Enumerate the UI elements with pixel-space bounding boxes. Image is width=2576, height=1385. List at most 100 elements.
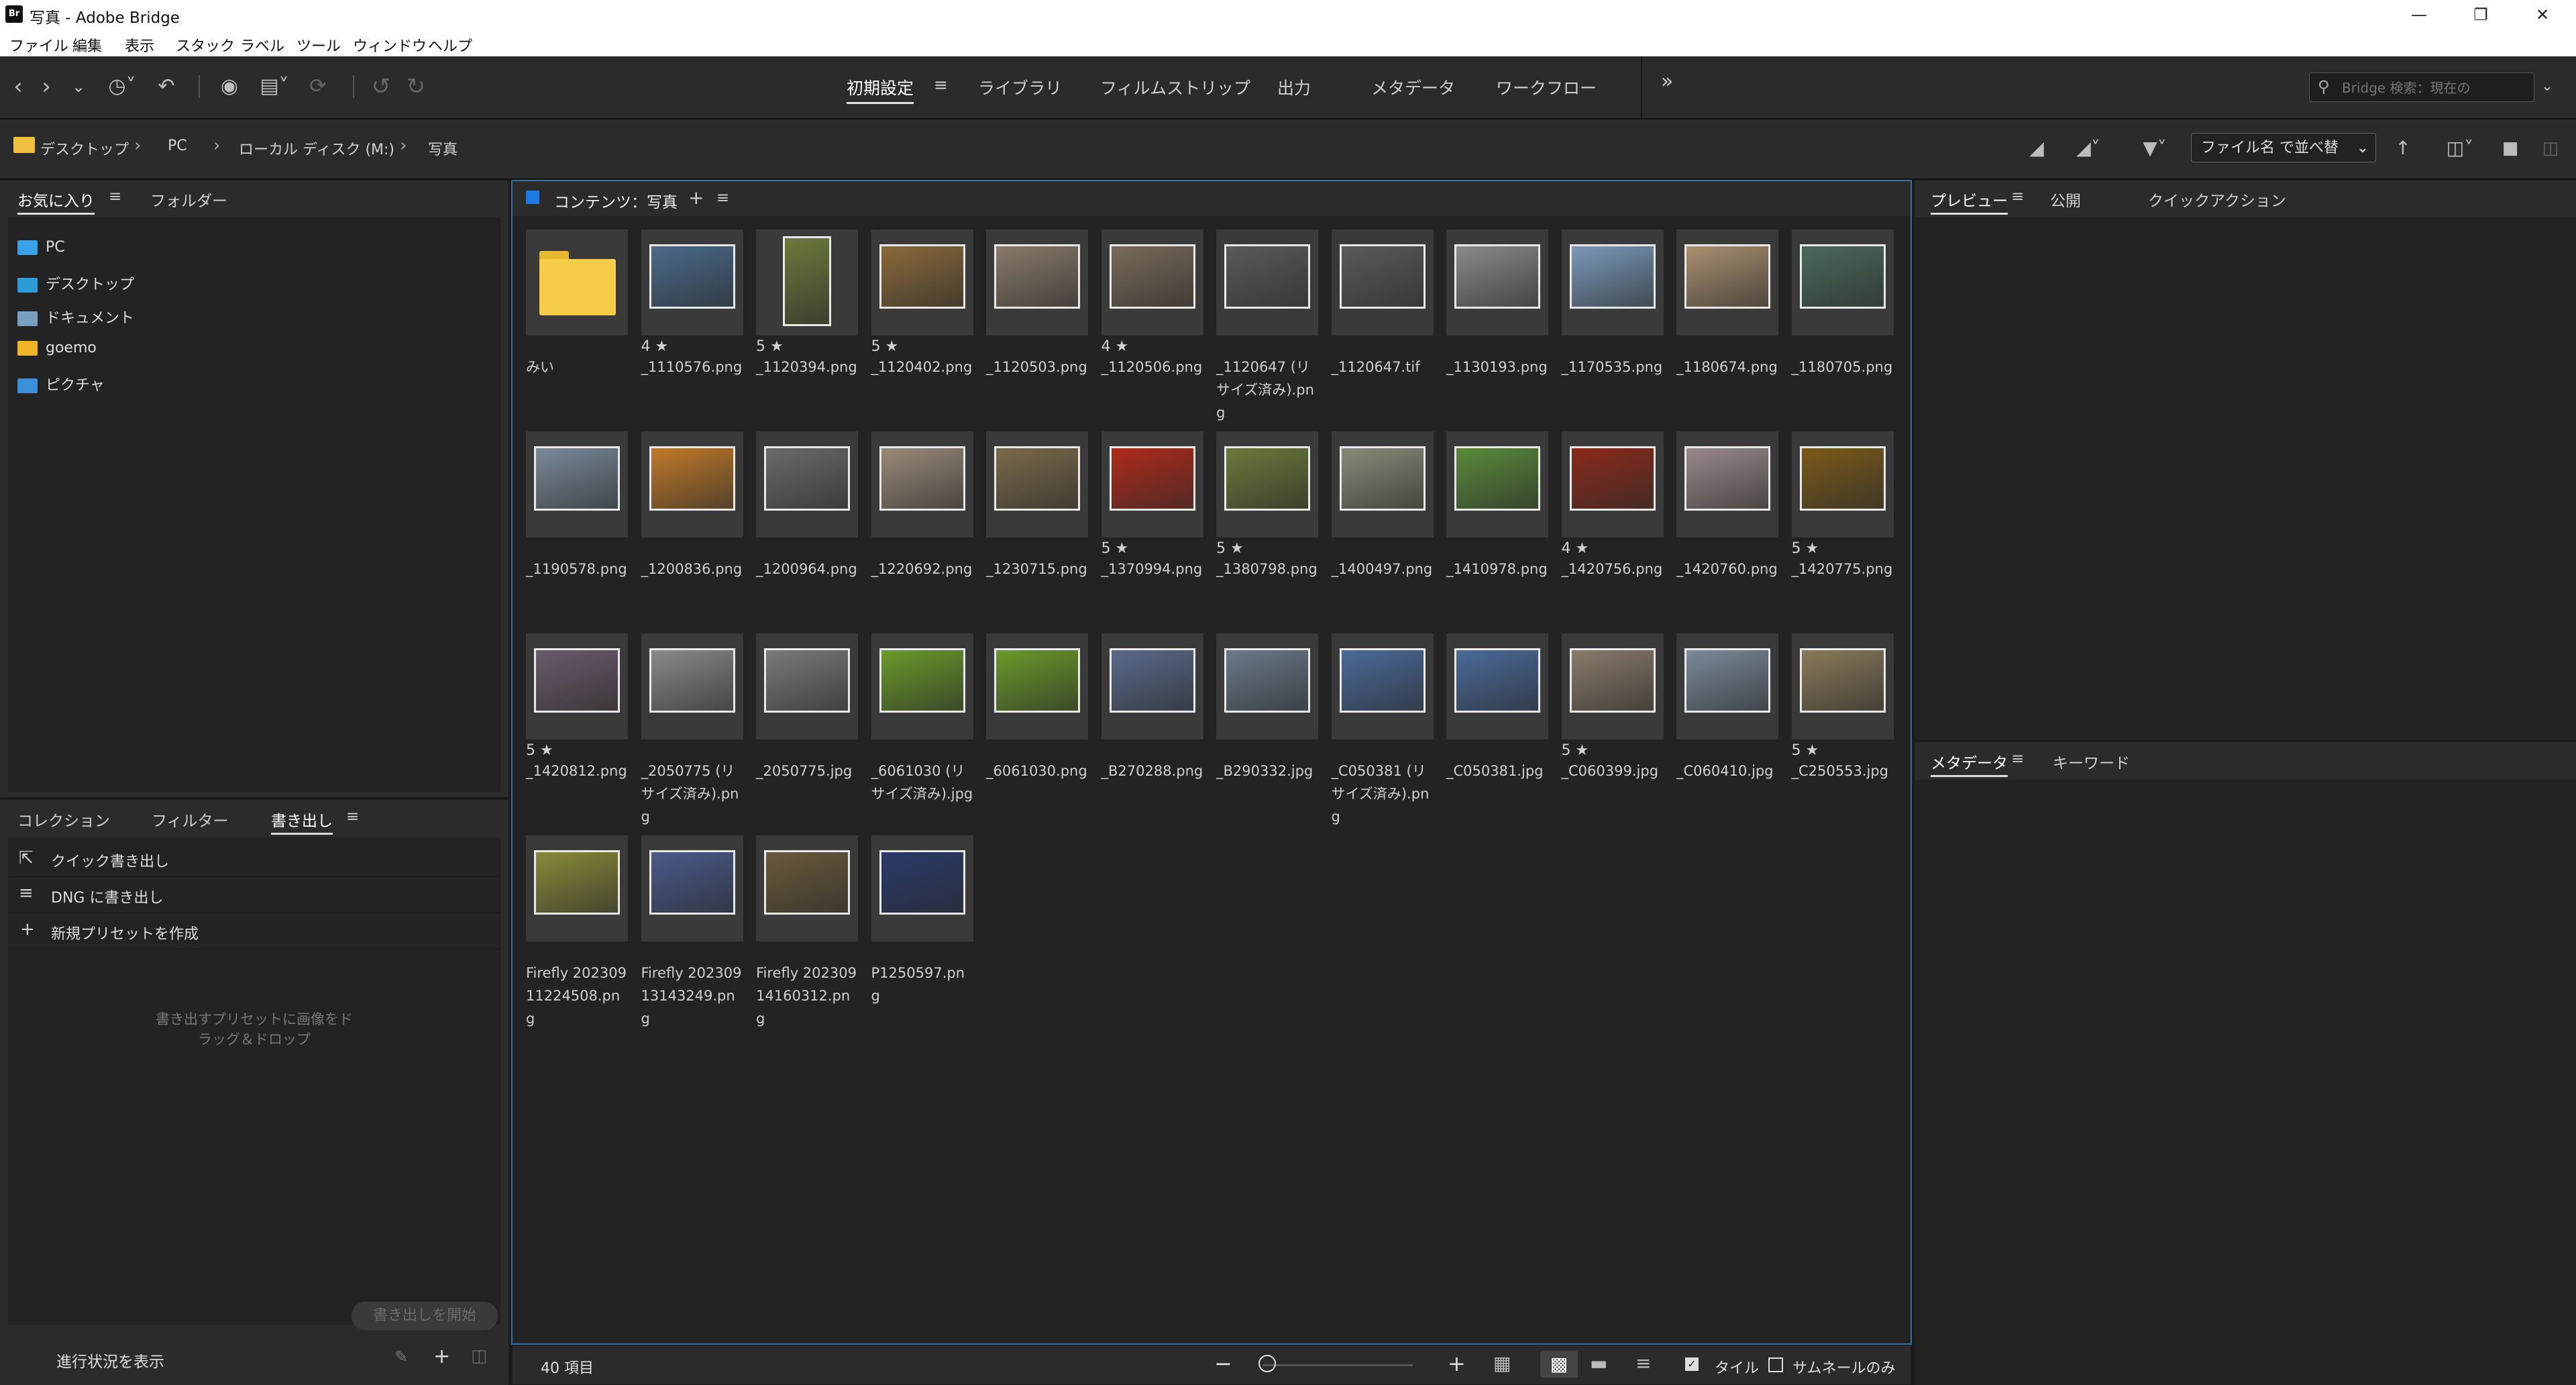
thumbnail-frame[interactable] (756, 835, 858, 941)
thumbnail-frame[interactable] (1561, 633, 1664, 739)
quick-export-item[interactable]: ⇱ クイック書き出し (8, 841, 500, 877)
thumbnail-item[interactable]: Firefly 20230914160312.png (756, 835, 858, 1030)
thumbnail-item[interactable]: _1170535.png (1561, 229, 1664, 378)
tab-publish[interactable]: 公開 (2050, 188, 2081, 211)
thumbnail-frame[interactable] (871, 633, 973, 739)
thumbnail-frame[interactable] (986, 633, 1088, 739)
chevron-down-icon[interactable]: ⌄ (67, 71, 90, 102)
file-name[interactable]: _6061030.png (986, 760, 1088, 782)
star-rating[interactable] (1676, 742, 1778, 760)
thumbnail-item[interactable]: _2050775.jpg (756, 633, 858, 782)
thumbnail-item[interactable]: 5 ★ _1120402.png (871, 229, 973, 378)
zoom-in-icon[interactable]: + (1448, 1351, 1466, 1376)
breadcrumb-photos[interactable]: 写真 (428, 138, 458, 159)
thumbnail-only-checkbox[interactable] (1768, 1357, 1783, 1372)
minimize-button[interactable]: — (2388, 0, 2450, 30)
grid-lock-icon[interactable]: ▦ (1493, 1352, 1511, 1374)
tab-quick-actions[interactable]: クイックアクション (2148, 188, 2286, 211)
quality-icon[interactable]: ◢ (2023, 133, 2050, 164)
star-rating[interactable] (641, 742, 743, 760)
thumbnail-frame[interactable] (1216, 229, 1318, 336)
file-name[interactable]: Firefly 20230914160312.png (756, 962, 858, 1030)
thumbnail-item[interactable]: 5 ★ _C250553.jpg (1791, 633, 1894, 782)
panel-menu-icon[interactable]: ≡ (716, 189, 729, 207)
trash-icon[interactable]: ◫ (471, 1346, 488, 1366)
panel-menu-icon[interactable]: ≡ (346, 808, 359, 825)
thumbnail-frame[interactable] (871, 431, 973, 537)
recent-history-icon[interactable]: ◷˅ (101, 71, 144, 102)
star-rating[interactable] (756, 540, 858, 558)
thumbnail-frame[interactable] (1676, 431, 1778, 537)
thumbnail-item[interactable]: _1230715.png (986, 431, 1088, 580)
file-name[interactable]: _1410978.png (1446, 558, 1548, 580)
favorite-item[interactable]: デスクトップ (17, 272, 134, 294)
star-rating[interactable]: 5 ★ (756, 338, 858, 356)
thumbnail-item[interactable]: _1420760.png (1676, 431, 1778, 580)
thumbnail-frame[interactable] (1216, 431, 1318, 537)
new-folder-icon[interactable]: ■ (2497, 133, 2524, 164)
thumbnail-frame[interactable] (641, 431, 743, 537)
thumbnail-item[interactable]: _1120647 (リサイズ済み).png (1216, 229, 1318, 424)
more-workspaces-icon[interactable]: » (1661, 70, 1673, 93)
panel-menu-icon[interactable]: ≡ (2011, 750, 2024, 768)
thumbnail-item[interactable]: _1180674.png (1676, 229, 1778, 378)
file-name[interactable]: _B270288.png (1102, 760, 1203, 782)
thumbnail-frame[interactable] (1446, 633, 1548, 739)
file-name[interactable]: _1180705.png (1792, 356, 1894, 378)
file-name[interactable]: _1230715.png (986, 558, 1088, 580)
dng-export-item[interactable]: ≡ DNG に書き出し (8, 878, 500, 913)
workspace-filmstrip[interactable]: フィルムストリップ (1100, 75, 1250, 99)
file-name[interactable]: _6061030 (リサイズ済み).jpg (871, 760, 973, 805)
thumbnail-item[interactable]: _2050775 (リサイズ済み).png (641, 633, 743, 828)
favorite-item[interactable]: ドキュメント (17, 306, 134, 327)
panel-menu-icon[interactable]: ≡ (109, 188, 121, 205)
star-rating[interactable] (1446, 540, 1548, 558)
workspace-default[interactable]: 初期設定 (847, 75, 914, 104)
file-name[interactable]: P1250597.png (871, 962, 973, 1007)
file-name[interactable]: Firefly 20230913143249.png (641, 962, 743, 1030)
thumbnail-item[interactable]: Firefly 20230913143249.png (641, 835, 743, 1030)
list-view-icon[interactable]: ≡ (1635, 1352, 1651, 1374)
thumbnail-item[interactable]: _6061030.png (986, 633, 1088, 782)
back-icon[interactable]: ‹ (7, 71, 30, 102)
maximize-button[interactable]: ❐ (2450, 0, 2512, 30)
tab-folders[interactable]: フォルダー (150, 188, 227, 211)
star-rating[interactable]: 5 ★ (871, 338, 973, 356)
thumbnail-frame[interactable] (1676, 229, 1778, 336)
star-rating[interactable] (526, 338, 628, 356)
thumbnail-frame[interactable] (1216, 633, 1318, 739)
file-name[interactable]: _1420756.png (1562, 558, 1664, 580)
thumbnail-item[interactable]: _1120503.png (986, 229, 1088, 378)
thumbnail-item[interactable]: Firefly 20230911224508.png (526, 835, 628, 1030)
thumbnail-item[interactable]: 5 ★ _1420775.png (1791, 431, 1894, 580)
workspace-metadata[interactable]: メタデータ (1371, 75, 1455, 99)
thumbnail-frame[interactable] (756, 431, 858, 537)
star-rating[interactable] (1216, 742, 1318, 760)
file-name[interactable]: _1200836.png (641, 558, 743, 580)
file-name[interactable]: _2050775 (リサイズ済み).png (641, 760, 743, 828)
thumbnail-frame[interactable] (526, 633, 628, 739)
file-name[interactable]: _1220692.png (871, 558, 973, 580)
thumbnail-frame[interactable] (1561, 431, 1664, 537)
star-rating[interactable] (986, 540, 1088, 558)
star-rating[interactable]: 5 ★ (1792, 540, 1894, 558)
thumbnail-item[interactable]: _B290332.jpg (1216, 633, 1318, 782)
file-name[interactable]: _1120506.png (1102, 356, 1203, 378)
thumbnail-item[interactable]: 5 ★ _1380798.png (1216, 431, 1318, 580)
file-name[interactable]: _C250553.jpg (1792, 760, 1894, 782)
thumbnail-item[interactable]: _C050381.jpg (1446, 633, 1548, 782)
file-name[interactable]: _C050381 (リサイズ済み).png (1332, 760, 1434, 828)
thumbnail-frame[interactable] (1561, 229, 1664, 336)
file-name[interactable]: _C060410.jpg (1676, 760, 1778, 782)
star-rating[interactable]: 4 ★ (1102, 338, 1203, 356)
star-rating[interactable] (526, 540, 628, 558)
file-name[interactable]: _1110576.png (641, 356, 743, 378)
thumbnail-item[interactable]: _1410978.png (1446, 431, 1548, 580)
zoom-out-icon[interactable]: − (1214, 1351, 1232, 1376)
thumbnail-item[interactable]: 4 ★ _1120506.png (1101, 229, 1203, 378)
thumbnail-frame[interactable] (1101, 431, 1203, 537)
thumbnail-frame[interactable] (1791, 633, 1894, 739)
zoom-slider-handle[interactable] (1258, 1355, 1276, 1372)
thumbnail-view-icon[interactable]: ▩ (1540, 1351, 1578, 1378)
file-name[interactable]: _1120647 (リサイズ済み).png (1216, 356, 1318, 424)
